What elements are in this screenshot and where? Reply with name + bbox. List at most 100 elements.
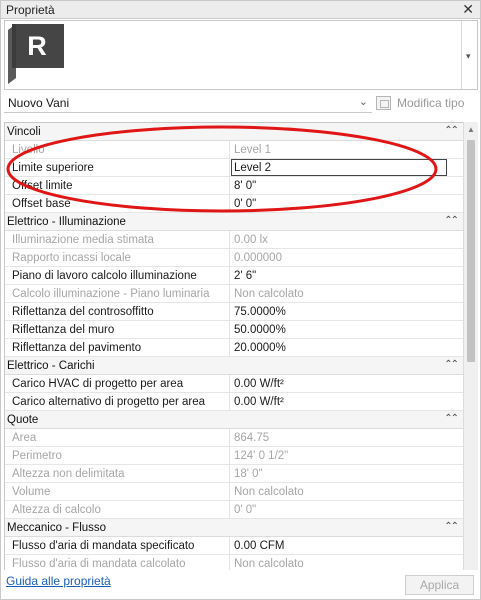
- help-link[interactable]: Guida alle proprietà: [6, 574, 111, 588]
- property-row[interactable]: Carico alternativo di progetto per area …: [5, 393, 463, 411]
- property-label: Area: [12, 432, 37, 444]
- property-value[interactable]: 0' 0": [234, 198, 256, 210]
- edit-type-button[interactable]: Modifica tipo: [376, 93, 476, 113]
- column-divider: [229, 429, 230, 447]
- property-label: Volume: [12, 486, 51, 498]
- property-label: Altezza non delimitata: [12, 468, 125, 480]
- property-value[interactable]: 50.0000%: [234, 324, 286, 336]
- column-divider: [229, 303, 230, 321]
- property-value: Non calcolato: [234, 558, 304, 570]
- property-row[interactable]: Offset base 0' 0": [5, 195, 463, 213]
- property-row: Flusso d'aria di mandata calcolato Non c…: [5, 555, 463, 570]
- property-row[interactable]: Limite superiore Level 2: [5, 159, 463, 177]
- property-value[interactable]: 0.00 W/ft²: [234, 378, 284, 390]
- property-label: Offset limite: [12, 180, 73, 192]
- close-icon[interactable]: ✕: [462, 2, 474, 17]
- property-row: Calcolo illuminazione - Piano luminaria …: [5, 285, 463, 303]
- property-label: Offset base: [12, 198, 71, 210]
- property-value: 0' 0": [234, 504, 257, 516]
- property-row[interactable]: Flusso d'aria di mandata specificato 0.0…: [5, 537, 463, 555]
- group-title: Meccanico - Flusso: [7, 522, 107, 534]
- chevron-down-icon[interactable]: ▾: [466, 51, 471, 62]
- chevron-down-icon[interactable]: ⌄: [359, 95, 368, 108]
- group-header-elettrico-carichi[interactable]: Elettrico - Carichi ⌃⌃: [5, 357, 463, 375]
- footer: Guida alle proprietà Applica: [0, 570, 481, 600]
- group-header-elettrico-illuminazione[interactable]: Elettrico - Illuminazione ⌃⌃: [5, 213, 463, 231]
- property-label: Riflettanza del muro: [12, 324, 115, 336]
- property-label: Altezza di calcolo: [12, 504, 101, 516]
- column-divider: [229, 375, 230, 393]
- property-label: Carico HVAC di progetto per area: [12, 378, 184, 390]
- property-value: Level 1: [234, 144, 272, 156]
- column-divider: [229, 141, 230, 159]
- property-row: Perimetro 124' 0 1/2": [5, 447, 463, 465]
- property-row[interactable]: Carico HVAC di progetto per area 0.00 W/…: [5, 375, 463, 393]
- column-divider: [229, 465, 230, 483]
- group-header-meccanico-flusso[interactable]: Meccanico - Flusso ⌃⌃: [5, 519, 463, 537]
- property-row: Volume Non calcolato: [5, 483, 463, 501]
- column-divider: [229, 159, 230, 177]
- type-preview-box[interactable]: ▾: [4, 20, 478, 90]
- property-value: Non calcolato: [234, 486, 304, 498]
- type-selector-dropdown[interactable]: Nuovo Vani ⌄: [4, 93, 372, 113]
- column-divider: [229, 555, 230, 570]
- column-divider: [229, 177, 230, 195]
- property-row: Area 864.75: [5, 429, 463, 447]
- property-value: 864.75: [234, 432, 270, 444]
- property-label: Flusso d'aria di mandata specificato: [12, 540, 195, 552]
- column-divider: [229, 195, 230, 213]
- property-value[interactable]: 75.0000%: [234, 306, 286, 318]
- property-row: Illuminazione media stimata 0.00 lx: [5, 231, 463, 249]
- property-label: Flusso d'aria di mandata calcolato: [12, 558, 186, 570]
- property-value[interactable]: 2' 6": [234, 270, 256, 282]
- type-preview-scrollbar[interactable]: ▾: [461, 21, 477, 89]
- group-header-vincoli[interactable]: Vincoli ⌃⌃: [5, 123, 463, 141]
- property-value: 124' 0 1/2": [234, 450, 289, 462]
- property-row: Rapporto incassi locale 0.000000: [5, 249, 463, 267]
- column-divider: [229, 483, 230, 501]
- properties-grid: Vincoli ⌃⌃ Livello Level 1 Limite superi…: [4, 122, 463, 570]
- property-row[interactable]: Offset limite 8' 0": [5, 177, 463, 195]
- collapse-icon[interactable]: ⌃⌃: [444, 215, 459, 226]
- column-divider: [229, 285, 230, 303]
- property-value: Non calcolato: [234, 288, 304, 300]
- collapse-icon[interactable]: ⌃⌃: [444, 359, 459, 370]
- property-value[interactable]: 0.00 CFM: [234, 540, 285, 552]
- properties-scrollbar[interactable]: ▲: [463, 122, 478, 570]
- property-label: Illuminazione media stimata: [12, 234, 154, 246]
- property-label: Riflettanza del pavimento: [12, 342, 142, 354]
- property-value[interactable]: 0.00 W/ft²: [234, 396, 284, 408]
- property-row[interactable]: Riflettanza del pavimento 20.0000%: [5, 339, 463, 357]
- property-label: Calcolo illuminazione - Piano luminaria: [12, 288, 210, 300]
- property-value: Level 2: [234, 162, 272, 174]
- column-divider: [229, 321, 230, 339]
- collapse-icon[interactable]: ⌃⌃: [444, 521, 459, 532]
- column-divider: [229, 231, 230, 249]
- property-value[interactable]: 8' 0": [234, 180, 256, 192]
- property-label: Riflettanza del controsoffitto: [12, 306, 154, 318]
- column-divider: [229, 393, 230, 411]
- property-row[interactable]: Piano di lavoro calcolo illuminazione 2'…: [5, 267, 463, 285]
- property-label: Perimetro: [12, 450, 62, 462]
- group-header-quote[interactable]: Quote ⌃⌃: [5, 411, 463, 429]
- group-title: Quote: [7, 414, 39, 426]
- property-value: 0.00 lx: [234, 234, 268, 246]
- column-divider: [229, 267, 230, 285]
- property-row: Altezza non delimitata 18' 0": [5, 465, 463, 483]
- column-divider: [229, 339, 230, 357]
- property-value[interactable]: 20.0000%: [234, 342, 286, 354]
- type-selector-value: Nuovo Vani: [8, 96, 70, 110]
- window-title: Proprietà: [6, 3, 55, 17]
- property-value-input[interactable]: Level 2: [231, 159, 447, 176]
- property-label: Limite superiore: [12, 162, 94, 174]
- property-row[interactable]: Riflettanza del controsoffitto 75.0000%: [5, 303, 463, 321]
- collapse-icon[interactable]: ⌃⌃: [444, 125, 459, 136]
- column-divider: [229, 249, 230, 267]
- scroll-up-icon[interactable]: ▲: [467, 125, 475, 134]
- title-bar: Proprietà ✕: [0, 0, 481, 19]
- apply-button[interactable]: Applica: [405, 575, 474, 595]
- scrollbar-thumb[interactable]: [467, 140, 475, 362]
- property-row[interactable]: Riflettanza del muro 50.0000%: [5, 321, 463, 339]
- collapse-icon[interactable]: ⌃⌃: [444, 413, 459, 424]
- property-row: Altezza di calcolo 0' 0": [5, 501, 463, 519]
